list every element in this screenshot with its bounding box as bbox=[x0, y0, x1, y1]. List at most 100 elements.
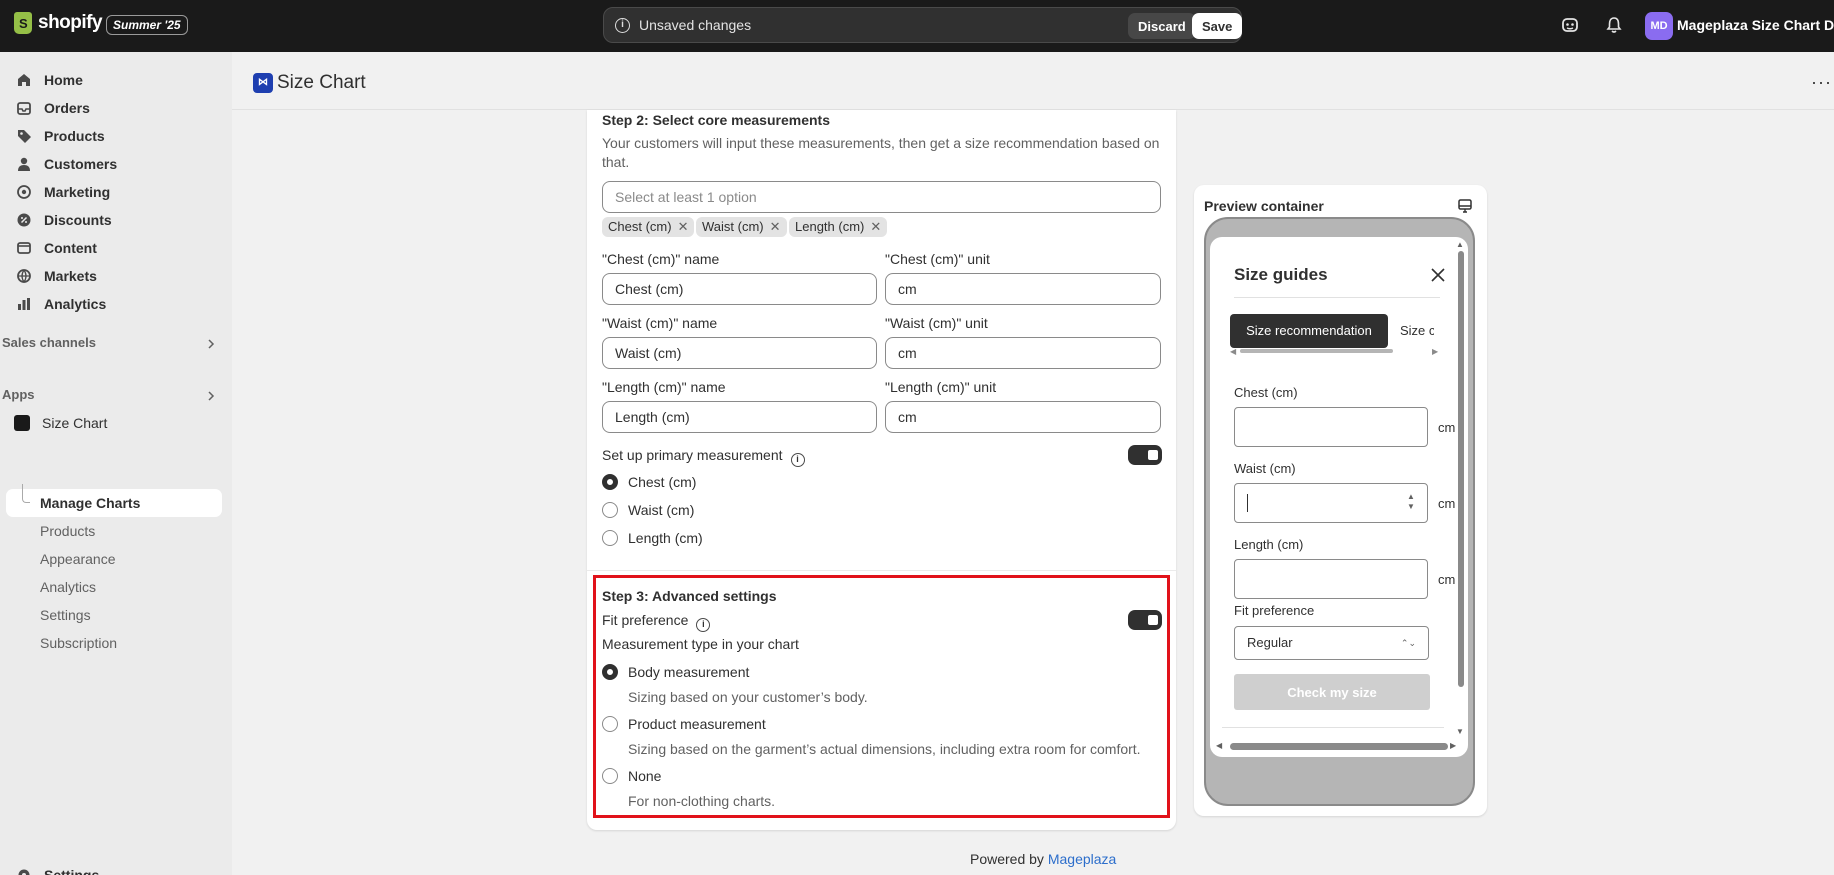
sub-item-subscription[interactable]: Subscription bbox=[40, 635, 117, 651]
discard-button[interactable]: Discard bbox=[1128, 13, 1196, 39]
store-avatar[interactable]: MD bbox=[1645, 12, 1673, 40]
highlight-box bbox=[593, 575, 1170, 818]
size-chart-app-icon: ⋈ bbox=[253, 73, 273, 93]
primary-measurement-toggle[interactable] bbox=[1128, 445, 1162, 465]
sidebar-item-label: Discounts bbox=[44, 212, 112, 228]
chest-name-label: "Chest (cm)" name bbox=[602, 251, 720, 267]
waist-name-label: "Waist (cm)" name bbox=[602, 315, 718, 331]
phone-screen: Size guides Size recommendation Size cha… bbox=[1210, 237, 1468, 757]
waist-unit-input[interactable]: cm bbox=[885, 337, 1161, 369]
scroll-left-icon[interactable]: ◀ bbox=[1216, 741, 1222, 750]
tag-label: Length (cm) bbox=[795, 219, 865, 234]
sidebar-item-orders[interactable]: Orders bbox=[6, 95, 222, 121]
scroll-up-icon[interactable]: ▲ bbox=[1456, 240, 1464, 249]
chest-name-input[interactable]: Chest (cm) bbox=[602, 273, 877, 305]
more-actions-button[interactable]: ··· bbox=[1811, 72, 1832, 93]
preview-unit: cm bbox=[1438, 420, 1456, 435]
home-icon bbox=[18, 74, 30, 86]
tabs-scrollbar[interactable] bbox=[1240, 349, 1393, 353]
sidebar-item-home[interactable]: Home bbox=[6, 67, 222, 93]
chevron-right-icon[interactable] bbox=[206, 339, 216, 349]
preview-length-input[interactable] bbox=[1234, 559, 1428, 599]
remove-tag-icon[interactable]: ✕ bbox=[770, 219, 781, 234]
sidebar-item-size-chart[interactable]: Size Chart bbox=[6, 410, 222, 436]
horizontal-scrollbar-thumb[interactable] bbox=[1230, 743, 1448, 750]
sidebar-item-label: Home bbox=[44, 72, 83, 88]
sidebar-item-content[interactable]: Content bbox=[6, 235, 222, 261]
store-name[interactable]: Mageplaza Size Chart De... bbox=[1677, 17, 1834, 33]
measurement-select[interactable]: Select at least 1 option bbox=[602, 181, 1161, 213]
preview-unit: cm bbox=[1438, 496, 1456, 511]
tag-chest: Chest (cm) ✕ bbox=[602, 217, 695, 237]
sidebar-item-discounts[interactable]: Discounts bbox=[6, 207, 222, 233]
tag-label: Waist (cm) bbox=[702, 219, 764, 234]
sub-item-manage-charts[interactable]: Manage Charts bbox=[40, 495, 140, 511]
apps-heading[interactable]: Apps bbox=[2, 387, 35, 402]
orders-icon bbox=[17, 102, 31, 115]
primary-radio-length[interactable] bbox=[602, 530, 618, 546]
powered-by: Powered by Mageplaza bbox=[970, 851, 1116, 867]
season-badge[interactable]: Summer '25 bbox=[106, 15, 188, 35]
sidekick-icon[interactable] bbox=[1561, 16, 1579, 34]
check-my-size-button[interactable]: Check my size bbox=[1234, 674, 1430, 710]
remove-tag-icon[interactable]: ✕ bbox=[678, 219, 689, 234]
desktop-icon[interactable] bbox=[1458, 199, 1472, 213]
waist-unit-label: "Waist (cm)" unit bbox=[885, 315, 988, 331]
sidebar-item-products[interactable]: Products bbox=[6, 123, 222, 149]
unsaved-message: Unsaved changes bbox=[639, 17, 752, 33]
sidebar-item-customers[interactable]: Customers bbox=[6, 151, 222, 177]
globe-icon bbox=[17, 269, 31, 284]
sidebar-item-settings[interactable]: Settings bbox=[6, 862, 222, 875]
tab-size-recommendation[interactable]: Size recommendation bbox=[1230, 314, 1388, 348]
save-button[interactable]: Save bbox=[1192, 13, 1243, 39]
sales-channels-heading[interactable]: Sales channels bbox=[2, 335, 96, 350]
preview-fit-label: Fit preference bbox=[1234, 603, 1315, 618]
sidebar-item-analytics[interactable]: Analytics bbox=[6, 291, 222, 317]
products-tag-icon bbox=[18, 130, 31, 143]
primary-label-text: Set up primary measurement bbox=[602, 447, 783, 463]
preview-waist-input[interactable]: ▲ ▼ bbox=[1234, 483, 1428, 523]
scroll-right-icon[interactable]: ▶ bbox=[1450, 741, 1456, 750]
tab-size-chart[interactable]: Size chart bbox=[1400, 323, 1434, 338]
sub-item-products[interactable]: Products bbox=[40, 523, 95, 539]
preview-field-label: Chest (cm) bbox=[1234, 385, 1298, 400]
scroll-right-icon[interactable]: ▶ bbox=[1432, 347, 1438, 356]
length-unit-label: "Length (cm)" unit bbox=[885, 379, 997, 395]
chest-unit-input[interactable]: cm bbox=[885, 273, 1161, 305]
length-unit-input[interactable]: cm bbox=[885, 401, 1161, 433]
size-chart-app-icon bbox=[14, 415, 30, 431]
bar-chart-icon bbox=[18, 298, 30, 310]
scroll-down-icon[interactable]: ▼ bbox=[1456, 727, 1464, 736]
bell-icon[interactable] bbox=[1605, 16, 1623, 34]
mageplaza-link[interactable]: Mageplaza bbox=[1048, 851, 1117, 867]
close-icon[interactable] bbox=[1430, 267, 1446, 283]
sidebar-item-label: Customers bbox=[44, 156, 118, 172]
number-stepper-icon[interactable]: ▲ ▼ bbox=[1407, 492, 1415, 512]
step2-description: Your customers will input these measurem… bbox=[602, 135, 1160, 170]
chevron-right-icon[interactable] bbox=[206, 391, 216, 401]
info-icon[interactable]: i bbox=[790, 453, 805, 467]
length-name-input[interactable]: Length (cm) bbox=[602, 401, 877, 433]
vertical-scrollbar-thumb[interactable] bbox=[1458, 251, 1464, 687]
shopify-logo[interactable]: shopify bbox=[14, 12, 103, 34]
sidebar-item-markets[interactable]: Markets bbox=[6, 263, 222, 289]
modal-bottom-divider bbox=[1222, 727, 1444, 728]
sub-item-appearance[interactable]: Appearance bbox=[40, 551, 116, 567]
sidebar-item-label: Marketing bbox=[44, 184, 111, 200]
remove-tag-icon[interactable]: ✕ bbox=[870, 219, 881, 234]
waist-name-input[interactable]: Waist (cm) bbox=[602, 337, 877, 369]
preview-fit-select[interactable]: Regular ⌃⌄ bbox=[1234, 626, 1429, 660]
preview-chest-input[interactable] bbox=[1234, 407, 1428, 447]
sidebar-item-label: Content bbox=[44, 240, 97, 256]
unsaved-changes-bar: i Unsaved changes Discard Save bbox=[603, 7, 1243, 43]
scroll-left-icon[interactable]: ◀ bbox=[1230, 347, 1236, 356]
sub-item-settings[interactable]: Settings bbox=[40, 607, 91, 623]
primary-radio-waist[interactable] bbox=[602, 502, 618, 518]
sidebar-item-marketing[interactable]: Marketing bbox=[6, 179, 222, 205]
primary-radio-chest[interactable] bbox=[602, 474, 618, 490]
phone-frame: Size guides Size recommendation Size cha… bbox=[1204, 217, 1475, 806]
shopify-bag-icon bbox=[14, 12, 32, 34]
sub-item-analytics[interactable]: Analytics bbox=[40, 579, 96, 595]
chest-unit-label: "Chest (cm)" unit bbox=[885, 251, 990, 267]
preview-title: Preview container bbox=[1204, 198, 1324, 214]
